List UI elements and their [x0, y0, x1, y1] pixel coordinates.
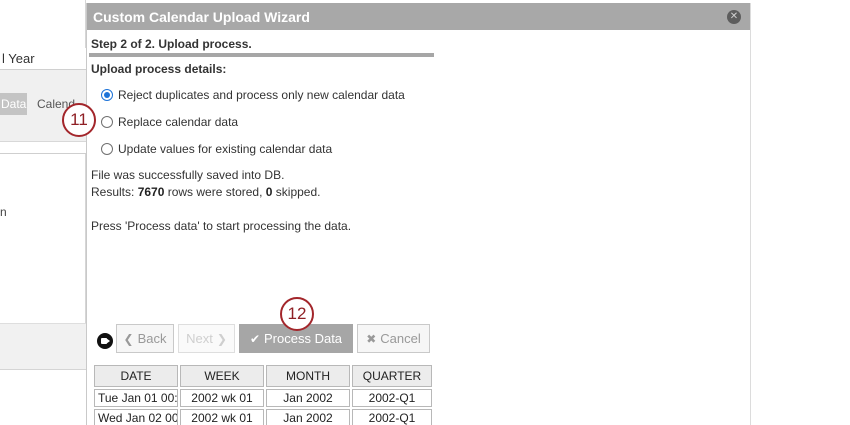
table-cell: 2002-Q1 [352, 409, 432, 425]
back-label: Back [137, 331, 167, 346]
column-header-date[interactable]: DATE [94, 365, 178, 387]
column-header-quarter[interactable]: QUARTER [352, 365, 432, 387]
process-hint: Press 'Process data' to start processing… [91, 219, 352, 233]
radio-replace-calendar[interactable] [101, 116, 113, 128]
chevron-right-icon: ❯ [216, 331, 227, 346]
background-footer [0, 323, 86, 370]
table-cell: 2002 wk 01 [180, 389, 264, 407]
x-icon: ✖ [366, 331, 377, 346]
step-progress-bar [89, 53, 434, 57]
column-header-week[interactable]: WEEK [180, 365, 264, 387]
column-header-month[interactable]: MONTH [266, 365, 350, 387]
chevron-left-icon: ❮ [123, 331, 134, 346]
table-cell: Wed Jan 02 00: [94, 409, 178, 425]
option-label: Replace calendar data [118, 115, 239, 129]
next-button[interactable]: Next ❯ [178, 324, 235, 353]
cancel-label: Cancel [380, 331, 421, 346]
table-row: Tue Jan 01 00:0 2002 wk 01 Jan 2002 2002… [94, 389, 432, 407]
radio-reject-duplicates[interactable] [101, 89, 113, 101]
step-callout-11: 11 [62, 103, 96, 137]
next-label: Next [186, 331, 213, 346]
radio-update-values[interactable] [101, 143, 113, 155]
table-row: Wed Jan 02 00: 2002 wk 01 Jan 2002 2002-… [94, 409, 432, 425]
step-indicator: Step 2 of 2. Upload process. [91, 37, 252, 51]
dialog-header: Custom Calendar Upload Wizard ✕ [87, 3, 750, 30]
option-update-values[interactable]: Update values for existing calendar data [101, 141, 332, 157]
option-reject-duplicates[interactable]: Reject duplicates and process only new c… [101, 87, 405, 103]
table-cell: Tue Jan 01 00:0 [94, 389, 178, 407]
results-prefix: Results: [91, 185, 138, 199]
background-search-input[interactable] [0, 142, 86, 154]
close-icon[interactable]: ✕ [727, 10, 741, 24]
option-label: Update values for existing calendar data [118, 142, 333, 156]
video-camera-icon[interactable] [97, 333, 113, 349]
back-button[interactable]: ❮ Back [116, 324, 174, 353]
background-year-label: l Year [2, 51, 35, 66]
table-cell: Jan 2002 [266, 409, 350, 425]
upload-wizard-dialog: Custom Calendar Upload Wizard ✕ Step 2 o… [86, 3, 751, 425]
preview-table: DATE WEEK MONTH QUARTER Tue Jan 01 00:0 … [92, 363, 436, 425]
background-text: n [0, 205, 7, 219]
checkmark-icon: ✔ [249, 331, 260, 346]
option-label: Reject duplicates and process only new c… [118, 88, 405, 102]
background-tab-data[interactable]: Data [0, 93, 27, 115]
dialog-title: Custom Calendar Upload Wizard [93, 9, 310, 25]
save-status: File was successfully saved into DB. [91, 168, 285, 182]
option-replace-calendar[interactable]: Replace calendar data [101, 114, 238, 130]
cancel-button[interactable]: ✖ Cancel [357, 324, 430, 353]
process-label: Process Data [264, 331, 343, 346]
results-mid: rows were stored, [164, 185, 266, 199]
table-cell: 2002 wk 01 [180, 409, 264, 425]
table-cell: 2002-Q1 [352, 389, 432, 407]
stored-count: 7670 [137, 185, 165, 199]
step-callout-12: 12 [280, 297, 314, 331]
table-cell: Jan 2002 [266, 389, 350, 407]
results-summary: Results: 7670 rows were stored, 0 skippe… [91, 185, 320, 199]
section-heading: Upload process details: [91, 62, 227, 76]
results-suffix: skipped. [272, 185, 321, 199]
